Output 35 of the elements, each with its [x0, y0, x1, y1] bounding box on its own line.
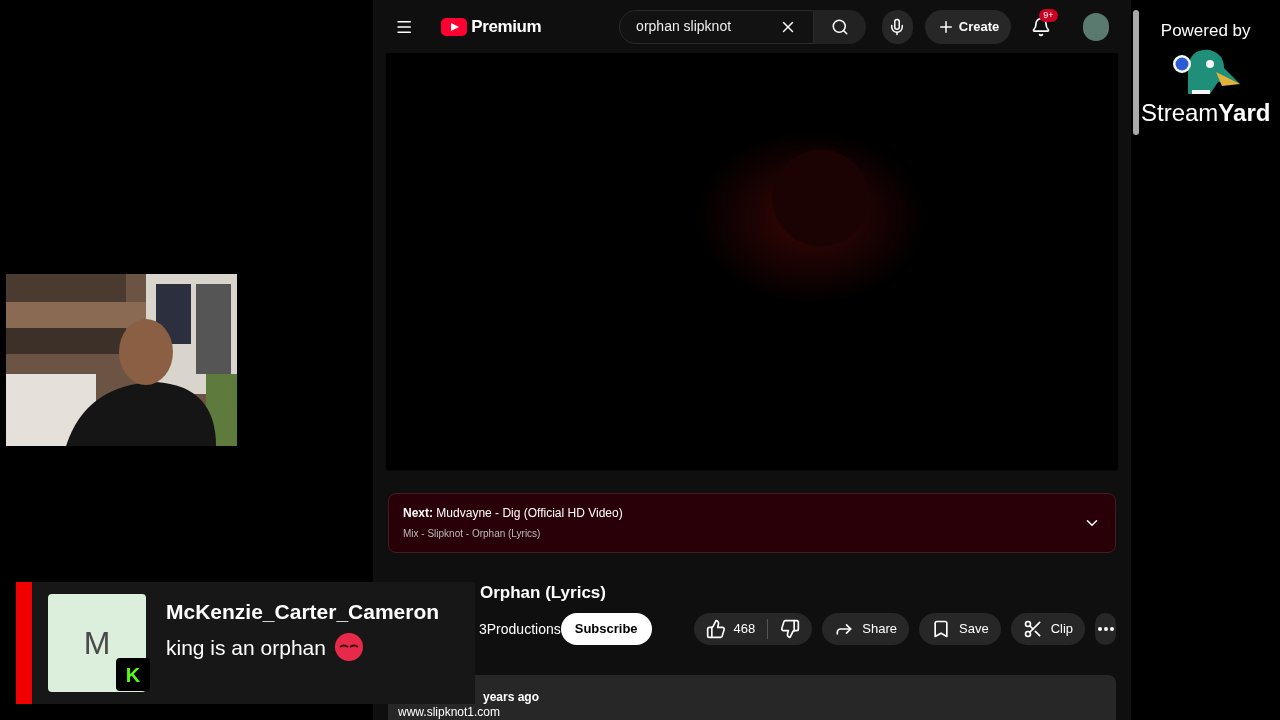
thumbs-up-icon[interactable] [705, 619, 726, 639]
video-title: Orphan (Lyrics) [480, 581, 607, 604]
up-next-banner[interactable]: Next: Mudvayne - Dig (Official HD Video) Mix - Slipknot - Orphan (Lyrics) [388, 492, 1116, 553]
up-next-title: Next: Mudvayne - Dig (Official HD Video) [403, 505, 624, 522]
create-button[interactable]: Create [924, 9, 1012, 44]
subscribe-button[interactable]: Subscribe [560, 613, 652, 645]
avatar[interactable] [1083, 12, 1109, 41]
streamyard-logo: StreamYard [1141, 99, 1271, 126]
notification-badge: 9+ [1039, 8, 1058, 23]
playlist-name: Mix - Slipknot - Orphan (Lyrics) [403, 527, 542, 541]
more-button[interactable] [1095, 613, 1116, 645]
powered-by-label: Powered by [1160, 20, 1251, 42]
brand-name: Premium [471, 15, 542, 38]
action-button[interactable]: Share [822, 613, 909, 645]
play-logo-icon [441, 17, 468, 36]
video-meta: years ago [483, 690, 540, 704]
action-button[interactable]: Clip [1010, 613, 1086, 645]
more-icon [1097, 627, 1114, 631]
description-link[interactable]: www.slipknot1.com [398, 706, 501, 719]
emote-icon [333, 632, 364, 663]
search-icon [831, 17, 850, 36]
thumbs-down-icon[interactable] [780, 619, 801, 639]
scissors-icon [1022, 619, 1043, 639]
chat-username: McKenzie_Carter_Cameron [166, 599, 440, 625]
search-field[interactable]: orphan slipknot [619, 9, 815, 44]
voice-search-button[interactable] [881, 9, 913, 44]
bookmark-icon [931, 619, 951, 639]
platform-badge: K [116, 658, 150, 691]
action-button[interactable]: Save [919, 613, 1001, 645]
scrollbar-thumb[interactable] [1133, 10, 1139, 135]
chat-message: king is an orphan [166, 634, 326, 661]
notifications-icon[interactable] [1031, 16, 1052, 37]
search-button[interactable] [814, 9, 866, 44]
channel-name: 3Productions [479, 619, 561, 639]
like-count: 468 [733, 620, 756, 639]
